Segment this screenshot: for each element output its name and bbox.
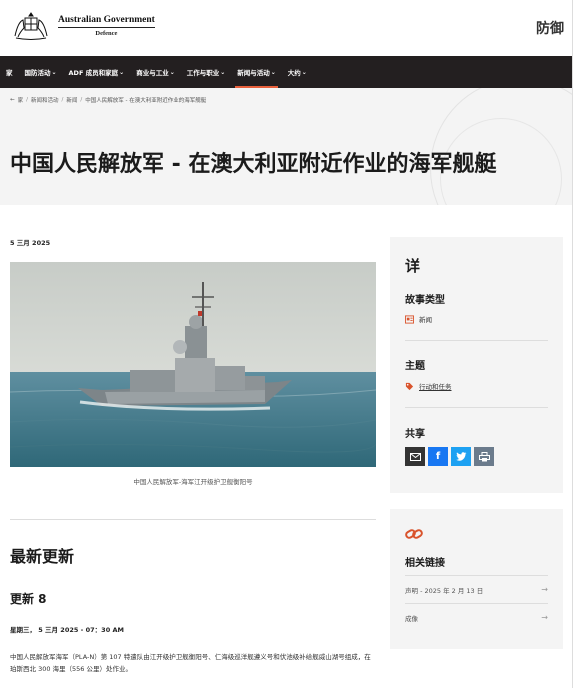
arrow-right-icon: → bbox=[541, 613, 548, 622]
chevron-down-icon: ⌄ bbox=[301, 68, 307, 76]
details-divider bbox=[405, 407, 548, 408]
breadcrumb-separator: / bbox=[61, 97, 64, 103]
breadcrumb-item[interactable]: 新闻和活动 bbox=[31, 96, 59, 104]
update-timestamp: 星期三， 5 三月 2025 - 07：30 AM bbox=[10, 626, 124, 634]
publish-date: 5 三月 2025 bbox=[10, 239, 51, 247]
details-title: 详 bbox=[405, 257, 421, 275]
related-link-label: 成像 bbox=[405, 615, 418, 623]
chevron-down-icon: ⌄ bbox=[270, 68, 276, 76]
related-links-title: 相关链接 bbox=[405, 558, 445, 569]
share-label: 共享 bbox=[405, 429, 425, 440]
section-divider bbox=[10, 519, 376, 520]
nav-item-label: 国防活动 bbox=[24, 69, 51, 77]
update-heading: 更新 8 bbox=[10, 592, 47, 606]
nav-item-label: 商业与工业 bbox=[136, 69, 169, 77]
story-type-label: 故事类型 bbox=[405, 295, 445, 306]
site-header: Australian Government Defence 防御 bbox=[0, 0, 572, 56]
chevron-down-icon: ⌄ bbox=[220, 68, 226, 76]
latest-updates-heading: 最新更新 bbox=[10, 547, 75, 566]
breadcrumb: ← 家 / 新闻和活动 / 新闻 / 中国人民解放军 - 在澳大利亚附近作业的海… bbox=[10, 96, 206, 104]
print-icon bbox=[478, 451, 490, 461]
tag-icon bbox=[405, 382, 414, 390]
share-buttons: f bbox=[405, 447, 494, 466]
nav-item-label: 大约 bbox=[287, 69, 301, 77]
brand-label[interactable]: 防御 bbox=[536, 18, 564, 38]
chevron-down-icon: ⌄ bbox=[169, 68, 175, 76]
nav-item-label: 家 bbox=[6, 69, 13, 77]
photo-caption: 中国人民解放军-海军江开级护卫舰衡阳号 bbox=[133, 478, 253, 486]
related-link[interactable]: 声明 - 2025 年 2 月 13 日 → bbox=[405, 585, 548, 595]
nav-item-about[interactable]: 大约 ⌄ bbox=[282, 56, 313, 88]
nav-item-label: ADF 成员和家庭 bbox=[68, 69, 119, 77]
email-icon bbox=[409, 452, 421, 461]
details-card: 详 故事类型 新闻 主题 行动和任务 共享 f bbox=[390, 237, 563, 493]
details-divider bbox=[405, 340, 548, 341]
page-title: 中国人民解放军 - 在澳大利亚附近作业的海军舰艇 bbox=[10, 152, 497, 177]
nav-item-jobs[interactable]: 工作与职业 ⌄ bbox=[181, 56, 232, 88]
nav-item-adf-members[interactable]: ADF 成员和家庭 ⌄ bbox=[63, 56, 131, 88]
topic-row[interactable]: 行动和任务 bbox=[405, 381, 452, 391]
topic-label: 主题 bbox=[405, 361, 425, 372]
twitter-icon bbox=[455, 452, 466, 461]
coat-of-arms-icon bbox=[14, 12, 48, 40]
breadcrumb-current: 中国人民解放军 - 在澳大利亚附近作业的海军舰艇 bbox=[85, 98, 207, 104]
related-link[interactable]: 成像 → bbox=[405, 613, 548, 623]
share-facebook-button[interactable]: f bbox=[428, 447, 448, 466]
related-link-label: 声明 - 2025 年 2 月 13 日 bbox=[405, 587, 484, 595]
breadcrumb-item[interactable]: 新闻 bbox=[66, 96, 77, 104]
logo-subtitle: Defence bbox=[95, 30, 118, 37]
related-links-card: 相关链接 声明 - 2025 年 2 月 13 日 → 成像 → bbox=[390, 509, 563, 649]
ship-photo bbox=[10, 262, 376, 467]
breadcrumb-item[interactable]: 家 bbox=[18, 96, 24, 104]
nav-item-label: 新闻与活动 bbox=[237, 69, 270, 77]
nav-item-defence-activities[interactable]: 国防活动 ⌄ bbox=[19, 56, 63, 88]
share-twitter-button[interactable] bbox=[451, 447, 471, 466]
nav-item-home[interactable]: 家 bbox=[0, 56, 19, 88]
update-body: 中国人民解放军海军（PLA-N）第 107 特遣队由江开级护卫舰衡阳号、仁海级巡… bbox=[10, 653, 371, 673]
arrow-right-icon: → bbox=[541, 585, 548, 594]
chevron-down-icon: ⌄ bbox=[51, 68, 57, 76]
nav-item-business[interactable]: 商业与工业 ⌄ bbox=[130, 56, 181, 88]
page-hero: ← 家 / 新闻和活动 / 新闻 / 中国人民解放军 - 在澳大利亚附近作业的海… bbox=[0, 88, 572, 205]
topic-value: 行动和任务 bbox=[419, 383, 452, 391]
back-arrow-icon[interactable]: ← bbox=[10, 97, 15, 103]
related-divider bbox=[405, 575, 548, 576]
story-type-row[interactable]: 新闻 bbox=[405, 314, 432, 324]
nav-item-label: 工作与职业 bbox=[186, 69, 220, 77]
breadcrumb-separator: / bbox=[80, 97, 83, 103]
logo-title: Australian Government bbox=[58, 15, 155, 28]
chevron-down-icon: ⌄ bbox=[119, 68, 125, 76]
main-navigation: 家 国防活动 ⌄ ADF 成员和家庭 ⌄ 商业与工业 ⌄ 工作与职业 ⌄ 新闻与活动 ⌄ … bbox=[0, 56, 572, 88]
newspaper-icon bbox=[405, 314, 414, 324]
breadcrumb-separator: / bbox=[26, 97, 28, 103]
nav-item-news[interactable]: 新闻与活动 ⌄ bbox=[231, 56, 282, 88]
share-email-button[interactable] bbox=[405, 447, 425, 466]
related-divider bbox=[405, 603, 548, 604]
site-logo[interactable]: Australian Government Defence bbox=[10, 10, 155, 42]
page-scrollbar[interactable] bbox=[572, 0, 580, 688]
story-type-value: 新闻 bbox=[419, 316, 432, 324]
share-print-button[interactable] bbox=[474, 447, 494, 466]
link-icon bbox=[405, 529, 423, 539]
facebook-icon: f bbox=[435, 451, 441, 462]
